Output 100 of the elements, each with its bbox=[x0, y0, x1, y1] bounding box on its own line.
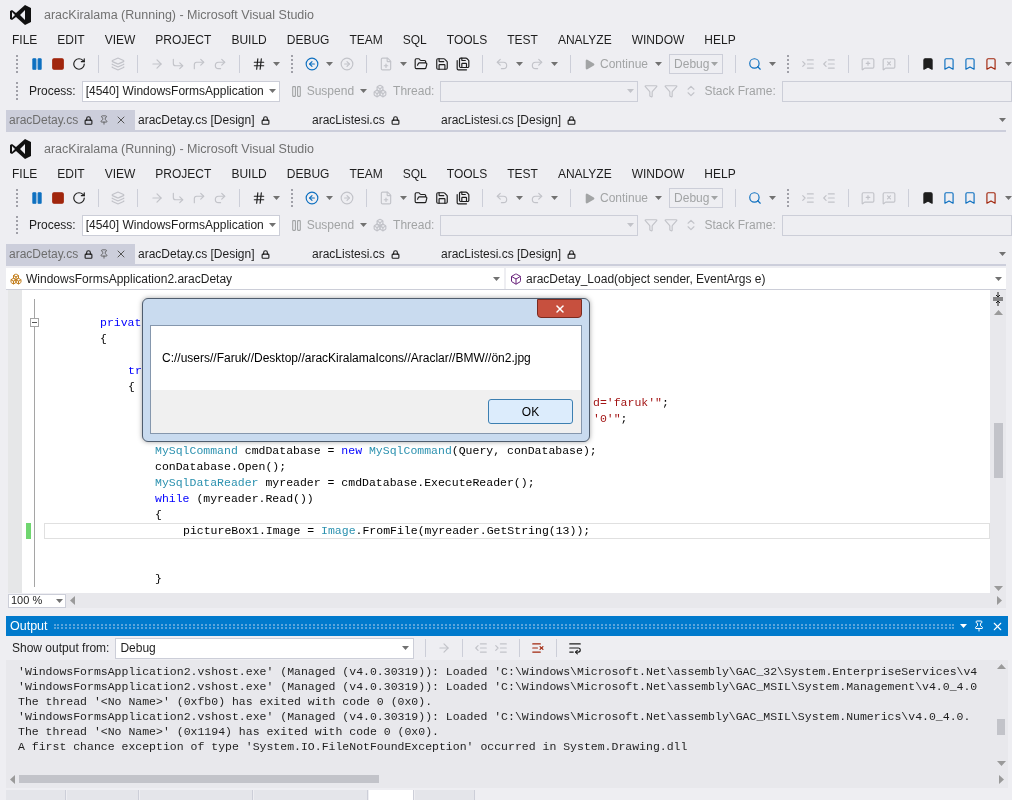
thread-combo[interactable] bbox=[440, 214, 639, 236]
type-combo[interactable]: WindowsFormsApplication2.aracDetay bbox=[6, 268, 504, 289]
title-grip[interactable] bbox=[53, 623, 954, 629]
next-message-icon[interactable] bbox=[494, 641, 509, 655]
new-file-icon[interactable] bbox=[379, 57, 393, 71]
filter-icon[interactable] bbox=[664, 218, 679, 232]
menu-item[interactable]: ANALYZE bbox=[551, 31, 618, 49]
menu-item[interactable]: TEST bbox=[501, 31, 544, 49]
stack-frame-combo[interactable] bbox=[781, 214, 1012, 236]
navigate-back-icon[interactable] bbox=[305, 57, 319, 71]
arrow-right-icon[interactable] bbox=[150, 57, 164, 71]
scrollbar-thumb[interactable] bbox=[19, 775, 379, 783]
step-over-icon[interactable] bbox=[213, 57, 227, 71]
step-into-icon[interactable] bbox=[171, 57, 185, 71]
restart-icon[interactable] bbox=[72, 57, 86, 71]
pin-icon[interactable] bbox=[973, 620, 985, 632]
menu-item[interactable]: PROJECT bbox=[149, 31, 218, 49]
scroll-right-icon[interactable] bbox=[999, 774, 1004, 784]
menu-item[interactable]: TEAM bbox=[343, 31, 389, 49]
toolbar-grip[interactable] bbox=[291, 189, 294, 207]
outdent-icon[interactable] bbox=[822, 57, 836, 71]
menu-item[interactable]: WINDOW bbox=[625, 31, 691, 49]
member-combo[interactable]: aracDetay_Load(object sender, EventArgs e) bbox=[506, 268, 1006, 289]
layers-icon[interactable] bbox=[111, 191, 125, 205]
menu-item[interactable]: EDIT bbox=[51, 165, 91, 183]
stop-icon[interactable] bbox=[51, 57, 65, 71]
step-into-icon[interactable] bbox=[171, 191, 185, 205]
threads-icon[interactable] bbox=[373, 218, 388, 232]
dropdown-caret-icon[interactable] bbox=[995, 276, 1002, 281]
menu-item[interactable]: VIEW bbox=[98, 165, 142, 183]
process-combo[interactable]: [4540] WindowsFormsApplication bbox=[81, 80, 280, 102]
menu-item[interactable]: BUILD bbox=[225, 165, 273, 183]
open-folder-icon[interactable] bbox=[414, 191, 428, 205]
menu-item[interactable]: FILE bbox=[6, 31, 44, 49]
dropdown-caret-icon[interactable] bbox=[493, 276, 500, 281]
vertical-scrollbar[interactable] bbox=[990, 290, 1006, 593]
step-out-icon[interactable] bbox=[192, 57, 206, 71]
dropdown-caret-icon[interactable] bbox=[551, 196, 558, 200]
menu-item[interactable]: ANALYZE bbox=[551, 165, 618, 183]
uncomment-icon[interactable] bbox=[882, 191, 896, 205]
undo-icon[interactable] bbox=[495, 191, 509, 205]
dropdown-caret-icon[interactable] bbox=[769, 196, 776, 200]
dropdown-caret-icon[interactable] bbox=[400, 196, 407, 200]
dropdown-caret-icon[interactable] bbox=[769, 62, 776, 66]
horizontal-scrollbar[interactable] bbox=[6, 770, 1008, 788]
toolbar-grip[interactable] bbox=[291, 55, 294, 73]
pin-icon[interactable] bbox=[99, 115, 110, 125]
navigate-back-icon[interactable] bbox=[305, 191, 319, 205]
menu-item[interactable]: BUILD bbox=[225, 31, 273, 49]
filter-icon[interactable] bbox=[664, 84, 679, 98]
toolbar-grip[interactable] bbox=[16, 55, 19, 73]
menu-item[interactable]: VIEW bbox=[98, 31, 142, 49]
ok-button[interactable]: OK bbox=[488, 399, 573, 424]
dropdown-caret-icon[interactable] bbox=[1005, 62, 1012, 66]
outdent-icon[interactable] bbox=[822, 191, 836, 205]
dropdown-caret-icon[interactable] bbox=[400, 62, 407, 66]
toolbar-grip[interactable] bbox=[787, 189, 790, 207]
toolbar-grip[interactable] bbox=[16, 189, 19, 207]
redo-icon[interactable] bbox=[530, 191, 544, 205]
dropdown-caret-icon[interactable] bbox=[960, 624, 967, 628]
horizontal-scrollbar[interactable] bbox=[66, 593, 1006, 608]
step-over-icon[interactable] bbox=[213, 191, 227, 205]
dropdown-caret-icon[interactable] bbox=[402, 646, 410, 650]
pause-icon[interactable] bbox=[30, 191, 44, 205]
step-out-icon[interactable] bbox=[192, 191, 206, 205]
scroll-up-icon[interactable] bbox=[993, 310, 1003, 315]
dropdown-caret-icon[interactable] bbox=[273, 196, 280, 200]
save-all-icon[interactable] bbox=[456, 191, 470, 205]
dropdown-caret-icon[interactable] bbox=[999, 118, 1006, 122]
bookmark-icon[interactable] bbox=[921, 191, 935, 205]
output-source-combo[interactable]: Debug bbox=[115, 637, 415, 659]
split-icon[interactable] bbox=[993, 292, 1003, 306]
menu-item[interactable]: TEAM bbox=[343, 165, 389, 183]
zoom-combo[interactable]: 100 % bbox=[8, 593, 66, 608]
pause-icon[interactable] bbox=[30, 57, 44, 71]
dropdown-caret-icon[interactable] bbox=[1005, 196, 1012, 200]
document-tab[interactable]: aracDetay.cs [Design] bbox=[135, 110, 309, 130]
undo-icon[interactable] bbox=[495, 57, 509, 71]
toolbar-grip[interactable] bbox=[16, 82, 19, 100]
menu-item[interactable]: TOOLS bbox=[440, 165, 494, 183]
dropdown-caret-icon[interactable] bbox=[268, 89, 276, 93]
document-tab[interactable]: aracListesi.cs [Design] bbox=[438, 110, 608, 130]
menu-item[interactable]: DEBUG bbox=[280, 31, 336, 49]
dropdown-caret-icon[interactable] bbox=[999, 252, 1006, 256]
scroll-down-icon[interactable] bbox=[996, 761, 1006, 766]
uncomment-icon[interactable] bbox=[882, 57, 896, 71]
menu-item[interactable]: EDIT bbox=[51, 31, 91, 49]
menu-item[interactable]: WINDOW bbox=[625, 165, 691, 183]
search-icon[interactable] bbox=[748, 57, 762, 71]
restart-icon[interactable] bbox=[72, 191, 86, 205]
dropdown-caret-icon[interactable] bbox=[268, 223, 276, 227]
word-wrap-icon[interactable] bbox=[568, 641, 583, 655]
menu-item[interactable]: TOOLS bbox=[440, 31, 494, 49]
document-tab[interactable]: aracListesi.cs bbox=[309, 244, 438, 264]
redo-icon[interactable] bbox=[530, 57, 544, 71]
go-to-icon[interactable] bbox=[437, 641, 452, 655]
dropdown-caret-icon[interactable] bbox=[655, 196, 663, 200]
comment-icon[interactable] bbox=[861, 57, 875, 71]
menu-item[interactable]: HELP bbox=[698, 165, 742, 183]
dropdown-caret-icon[interactable] bbox=[326, 62, 333, 66]
